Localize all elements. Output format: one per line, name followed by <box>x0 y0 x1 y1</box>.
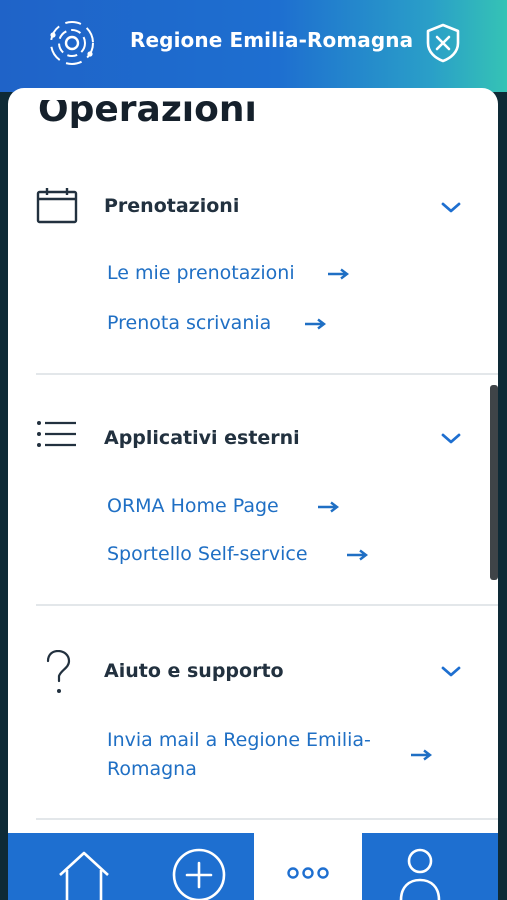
arrow-right-icon <box>305 318 326 330</box>
link-orma-home-page[interactable]: ORMA Home Page <box>107 493 279 519</box>
more-icon[interactable] <box>286 866 330 880</box>
nav-add[interactable] <box>144 833 254 900</box>
link-invia-mail-line2[interactable]: Romagna <box>107 756 197 782</box>
section-title-prenotazioni[interactable]: Prenotazioni <box>104 195 239 217</box>
user-icon[interactable] <box>398 847 442 900</box>
section-divider <box>36 373 498 375</box>
nav-more[interactable] <box>254 833 362 900</box>
chevron-down-icon[interactable] <box>440 201 462 215</box>
home-icon[interactable] <box>56 847 112 900</box>
link-le-mie-prenotazioni[interactable]: Le mie prenotazioni <box>107 260 295 286</box>
chevron-down-icon[interactable] <box>440 665 462 679</box>
app-header: Regione Emilia-Romagna <box>0 0 507 92</box>
section-title-aiuto-e-supporto[interactable]: Aiuto e supporto <box>104 660 284 682</box>
shield-close-icon[interactable] <box>424 22 462 64</box>
arrow-right-icon <box>411 749 432 761</box>
arrow-right-icon <box>347 549 368 561</box>
chevron-down-icon[interactable] <box>440 432 462 446</box>
question-icon <box>46 650 71 693</box>
section-divider <box>36 604 498 606</box>
app-title: Regione Emilia-Romagna <box>130 28 414 52</box>
nav-home[interactable] <box>8 833 144 900</box>
page-title: Operazioni <box>38 89 257 130</box>
nav-profile[interactable] <box>362 833 498 900</box>
list-icon <box>37 421 76 447</box>
section-title-applicativi-esterni[interactable]: Applicativi esterni <box>104 427 300 449</box>
arrow-right-icon <box>328 268 349 280</box>
bottom-navigation <box>8 833 498 900</box>
link-sportello-self-service[interactable]: Sportello Self-service <box>107 541 308 567</box>
scrollbar[interactable] <box>490 385 498 580</box>
link-invia-mail-line1[interactable]: Invia mail a Regione Emilia- <box>107 727 371 753</box>
operations-panel: Operazioni Prenotazioni Le mie prenotazi… <box>8 88 498 848</box>
section-divider <box>36 818 498 820</box>
add-icon[interactable] <box>170 848 228 900</box>
calendar-icon <box>36 188 78 224</box>
arrow-right-icon <box>318 501 339 513</box>
orbit-logo-icon[interactable] <box>44 18 100 68</box>
link-prenota-scrivania[interactable]: Prenota scrivania <box>107 310 271 336</box>
